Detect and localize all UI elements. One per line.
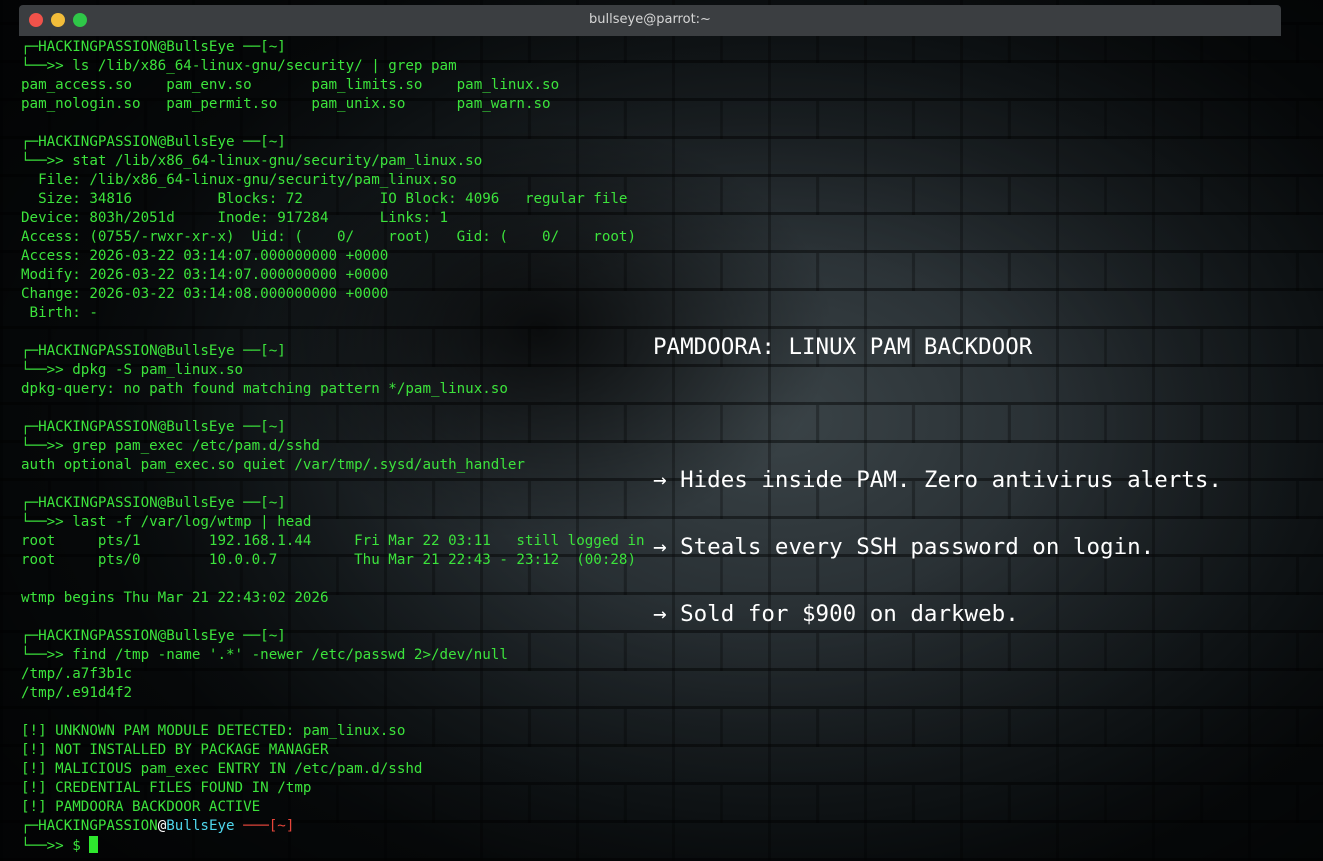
output-text: /tmp/.a7f3b1c: [21, 666, 133, 682]
prompt-arrow: └──>>: [21, 438, 73, 454]
output-text: /tmp/.e91d4f2: [21, 685, 133, 701]
prompt-arrow: └──>>: [21, 58, 73, 74]
prompt-header-text: ┌─HACKINGPASSION@BullsEye ──[~]: [21, 495, 286, 511]
output-line: pam_access.so pam_env.so pam_limits.so p…: [21, 76, 1261, 95]
output-line: Size: 34816 Blocks: 72 IO Block: 4096 re…: [21, 190, 1261, 209]
output-line: File: /lib/x86_64-linux-gnu/security/pam…: [21, 171, 1261, 190]
output-text: Device: 803h/2051d Inode: 917284 Links: …: [21, 210, 449, 226]
prompt-host: BullsEye: [166, 818, 235, 834]
output-text: Access: (0755/-rwxr-xr-x) Uid: ( 0/ root…: [21, 229, 636, 245]
output-text: [!] NOT INSTALLED BY PACKAGE MANAGER: [21, 742, 329, 758]
output-line: [!] MALICIOUS pam_exec ENTRY IN /etc/pam…: [21, 760, 1261, 779]
output-text: [!] UNKNOWN PAM MODULE DETECTED: pam_lin…: [21, 723, 406, 739]
prompt-corner: ┌─: [21, 818, 39, 834]
output-line: [!] CREDENTIAL FILES FOUND IN /tmp: [21, 779, 1261, 798]
prompt-symbol: $: [72, 838, 90, 854]
output-line: Device: 803h/2051d Inode: 917284 Links: …: [21, 209, 1261, 228]
output-line: pam_nologin.so pam_permit.so pam_unix.so…: [21, 95, 1261, 114]
output-text: Change: 2026-03-22 03:14:08.000000000 +0…: [21, 286, 389, 302]
output-text: pam_nologin.so pam_permit.so pam_unix.so…: [21, 96, 551, 112]
output-text: root pts/0 10.0.0.7 Thu Mar 21 22:43 - 2…: [21, 552, 636, 568]
prompt-header-text: ┌─HACKINGPASSION@BullsEye ──[~]: [21, 419, 286, 435]
overlay-item: → Hides inside PAM. Zero antivirus alert…: [653, 467, 1222, 493]
output-line: [!] PAMDOORA BACKDOOR ACTIVE: [21, 798, 1261, 817]
prompt-arrow: └──>>: [21, 362, 73, 378]
prompt-sep: ──: [234, 818, 261, 834]
prompt-arrow: └──>>: [21, 153, 73, 169]
cursor-block[interactable]: [89, 836, 99, 853]
prompt-arrow: └──>>: [21, 514, 73, 530]
prompt-header: ┌─HACKINGPASSION@BullsEye ──[~]: [21, 133, 1261, 152]
command-text: ls /lib/x86_64-linux-gnu/security/ | gre…: [72, 58, 457, 74]
prompt-header: ┌─HACKINGPASSION@BullsEye ──[~]: [21, 38, 1261, 57]
output-text: [!] MALICIOUS pam_exec ENTRY IN /etc/pam…: [21, 761, 423, 777]
prompt-header-text: ┌─HACKINGPASSION@BullsEye ──[~]: [21, 343, 286, 359]
output-text: wtmp begins Thu Mar 21 22:43:02 2026: [21, 590, 329, 606]
output-line: [!] UNKNOWN PAM MODULE DETECTED: pam_lin…: [21, 722, 1261, 741]
prompt-header-text: ┌─HACKINGPASSION@BullsEye ──[~]: [21, 628, 286, 644]
prompt-dir: ─[~]: [260, 818, 295, 834]
output-text: dpkg-query: no path found matching patte…: [21, 381, 508, 397]
prompt-arrow: └──>>: [21, 838, 73, 854]
output-line: [!] NOT INSTALLED BY PACKAGE MANAGER: [21, 741, 1261, 760]
overlay-item: → Steals every SSH password on login.: [653, 534, 1155, 560]
output-line: /tmp/.e91d4f2: [21, 684, 1261, 703]
output-text: Access: 2026-03-22 03:14:07.000000000 +0…: [21, 248, 389, 264]
output-text: Birth: -: [21, 305, 98, 321]
prompt-at: @: [157, 818, 167, 834]
output-text: [!] PAMDOORA BACKDOOR ACTIVE: [21, 799, 261, 815]
output-text: pam_access.so pam_env.so pam_limits.so p…: [21, 77, 560, 93]
prompt-header-text: ┌─HACKINGPASSION@BullsEye ──[~]: [21, 39, 286, 55]
desktop-background: bullseye@parrot:~ ┌─HACKINGPASSION@Bulls…: [0, 0, 1323, 861]
output-text: Modify: 2026-03-22 03:14:07.000000000 +0…: [21, 267, 389, 283]
command-line: └──>> stat /lib/x86_64-linux-gnu/securit…: [21, 152, 1261, 171]
output-line: Modify: 2026-03-22 03:14:07.000000000 +0…: [21, 266, 1261, 285]
overlay-title: PAMDOORA: LINUX PAM BACKDOOR: [653, 334, 1033, 360]
prompt-arrow: └──>>: [21, 647, 73, 663]
command-text: stat /lib/x86_64-linux-gnu/security/pam_…: [72, 153, 483, 169]
output-text: File: /lib/x86_64-linux-gnu/security/pam…: [21, 172, 457, 188]
output-text: root pts/1 192.168.1.44 Fri Mar 22 03:11…: [21, 533, 645, 549]
prompt-header: ┌─HACKINGPASSION@BullsEye ───[~]: [21, 817, 1261, 836]
headline-overlay: PAMDOORA: LINUX PAM BACKDOOR → Hides ins…: [653, 294, 1222, 667]
prompt-user: HACKINGPASSION: [38, 818, 158, 834]
output-line: /tmp/.a7f3b1c: [21, 665, 1261, 684]
command-text: grep pam_exec /etc/pam.d/sshd: [72, 438, 320, 454]
input-line: └──>> $: [21, 836, 1261, 855]
output-text: [!] CREDENTIAL FILES FOUND IN /tmp: [21, 780, 312, 796]
command-text: last -f /var/log/wtmp | head: [72, 514, 312, 530]
command-line: └──>> ls /lib/x86_64-linux-gnu/security/…: [21, 57, 1261, 76]
output-text: auth optional pam_exec.so quiet /var/tmp…: [21, 457, 525, 473]
command-text: find /tmp -name '.*' -newer /etc/passwd …: [72, 647, 508, 663]
prompt-header-text: ┌─HACKINGPASSION@BullsEye ──[~]: [21, 134, 286, 150]
output-line: Access: (0755/-rwxr-xr-x) Uid: ( 0/ root…: [21, 228, 1261, 247]
output-line: Access: 2026-03-22 03:14:07.000000000 +0…: [21, 247, 1261, 266]
window-titlebar[interactable]: bullseye@parrot:~: [19, 5, 1281, 36]
window-title: bullseye@parrot:~: [589, 12, 711, 27]
command-text: dpkg -S pam_linux.so: [72, 362, 244, 378]
output-text: Size: 34816 Blocks: 72 IO Block: 4096 re…: [21, 191, 628, 207]
overlay-item: → Sold for $900 on darkweb.: [653, 601, 1019, 627]
